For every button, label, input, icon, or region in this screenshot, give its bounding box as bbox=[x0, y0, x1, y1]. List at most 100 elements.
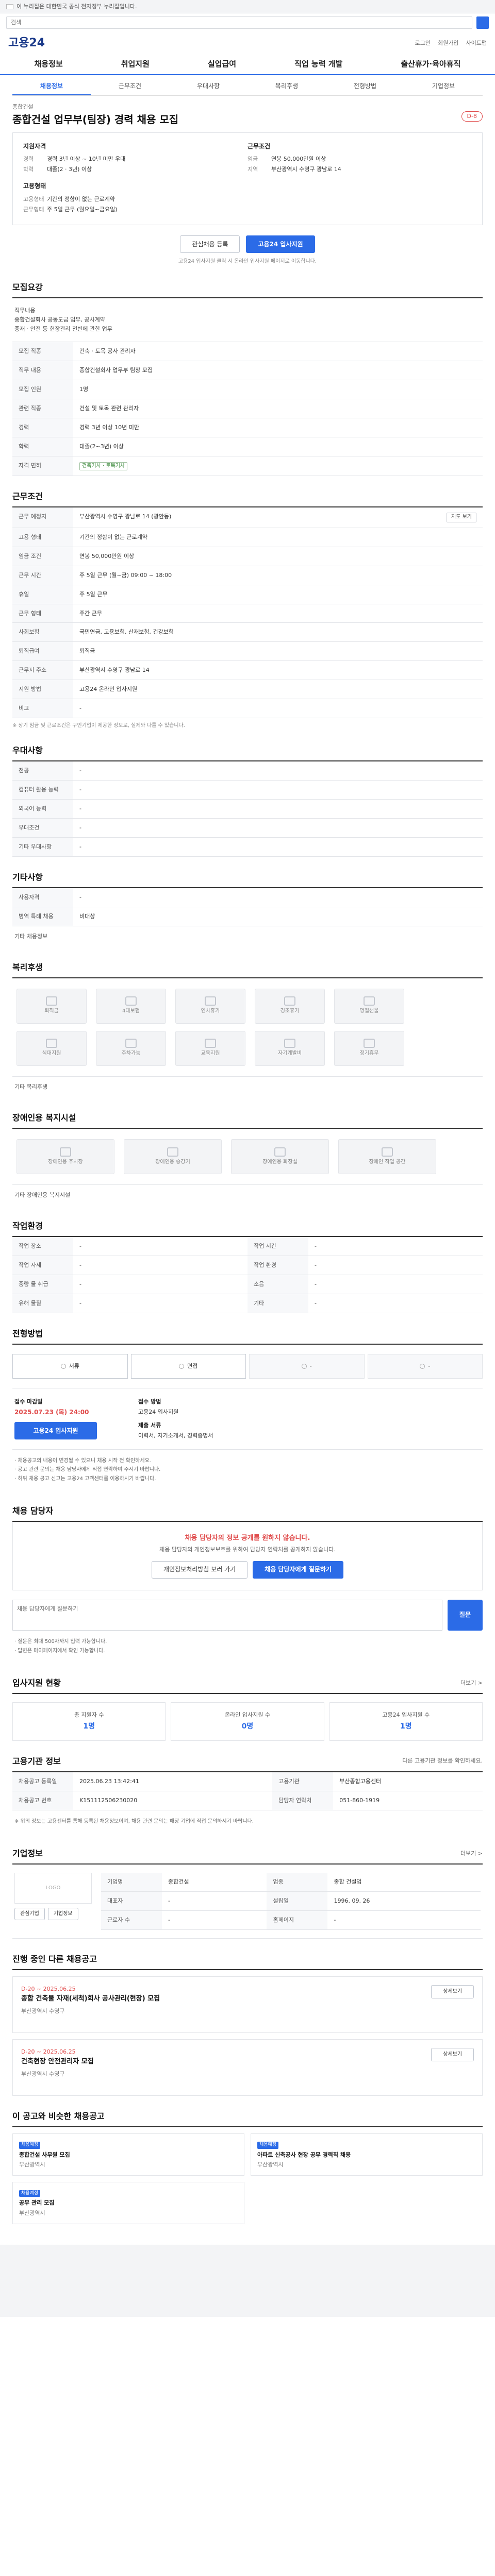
step-label: - bbox=[428, 1362, 431, 1369]
job-card-title[interactable]: 건축현장 안전관리자 모집 bbox=[21, 2057, 94, 2067]
signup-link[interactable]: 회원가입 bbox=[438, 39, 458, 47]
tab-benefit[interactable]: 복리후생 bbox=[248, 78, 326, 95]
scrap-button[interactable]: 관심채용 등록 bbox=[180, 235, 240, 253]
recommend-title-text[interactable]: 종합건설 사무원 모집 bbox=[19, 2151, 238, 2159]
alert-title: 채용 담당자의 정보 공개를 원하지 않습니다. bbox=[185, 1534, 310, 1543]
flag-icon bbox=[6, 4, 13, 9]
job-card-detail-button[interactable]: 상세보기 bbox=[431, 1985, 474, 1999]
facility-icon bbox=[274, 1147, 286, 1157]
pref-title: 우대사항 bbox=[12, 744, 483, 761]
recommend-card[interactable]: 채용예정 공무 관리 모집 부산광역시 bbox=[12, 2182, 244, 2225]
table-row: 기업명 종합건설 업종 종합 건설업 bbox=[101, 1873, 481, 1892]
status-more-link[interactable]: 더보기 > bbox=[460, 1679, 483, 1687]
row-key: 비고 bbox=[12, 699, 73, 719]
row-value: 경력 3년 이상 10년 미만 bbox=[73, 418, 483, 437]
search-input[interactable] bbox=[6, 16, 472, 29]
summary-key: 경력 bbox=[23, 156, 34, 163]
tab-process[interactable]: 전형방법 bbox=[326, 78, 404, 95]
summary-left: 지원자격 경력 경력 3년 이상 ~ 10년 미만 우대 학력 대졸(2 · 3년)… bbox=[23, 142, 248, 216]
map-button[interactable]: 지도 보기 bbox=[447, 513, 476, 522]
workplace-section: 작업환경 작업 장소 - 작업 시간 - 작업 자세 - 작업 환경 - 중량 물 취급 - 소… bbox=[12, 1220, 483, 1313]
row-value: 고용24 온라인 입사지원 bbox=[73, 680, 483, 700]
apply-box: 접수 마감일 2025.07.23 (목) 24:00 고용24 입사지원 접수… bbox=[12, 1388, 483, 1450]
qna-submit-button[interactable]: 질문 bbox=[447, 1600, 483, 1631]
summary-value: 주 5일 근무 (월요일~금요일) bbox=[47, 206, 118, 213]
company-name[interactable]: 종합건설 bbox=[12, 103, 178, 111]
process-title: 전형방법 bbox=[12, 1328, 483, 1345]
job-card[interactable]: D-20 ~ 2025.06.25 건축현장 안전관리자 모집 부산광역시 수영… bbox=[12, 2039, 483, 2096]
facility-icon bbox=[167, 1147, 178, 1157]
company-more-link[interactable]: 더보기 > bbox=[460, 1850, 483, 1858]
qna-input[interactable] bbox=[12, 1600, 442, 1631]
gnb-item-benefit[interactable]: 실업급여 bbox=[208, 59, 236, 70]
row-key: 병역 특례 채용 bbox=[12, 907, 73, 926]
company-buttons: 관심기업 기업정보 bbox=[14, 1908, 92, 1921]
tab-pref[interactable]: 우대사항 bbox=[169, 78, 248, 95]
docs-label: 제출 서류 bbox=[138, 1421, 161, 1429]
apply-box-button[interactable]: 고용24 입사지원 bbox=[14, 1422, 97, 1440]
gnb-item-leave[interactable]: 출산휴가·육아휴직 bbox=[401, 59, 460, 70]
table-row: 휴일 주 5일 근무 bbox=[12, 585, 483, 604]
recommend-title-text[interactable]: 아파트 신축공사 현장 공무 경력직 채용 bbox=[257, 2151, 476, 2159]
login-link[interactable]: 로그인 bbox=[415, 39, 431, 47]
sitemap-link[interactable]: 사이트맵 bbox=[466, 39, 487, 47]
org-table: 채용공고 등록일 2025.06.23 13:42:41 고용기관 부산종합고용센터 … bbox=[12, 1772, 483, 1810]
row-key: 작업 환경 bbox=[248, 1256, 308, 1275]
stat-label: 고용24 입사지원 수 bbox=[382, 1711, 430, 1719]
table-row: 사용자격 - bbox=[12, 888, 483, 907]
job-card-detail-button[interactable]: 상세보기 bbox=[431, 2048, 474, 2062]
step-label: 면접 bbox=[187, 1362, 198, 1369]
row-key: 홈페이지 bbox=[267, 1910, 328, 1930]
job-card-body: D-20 ~ 2025.06.25 건축현장 안전관리자 모집 부산광역시 수영… bbox=[21, 2048, 94, 2087]
tab-company[interactable]: 기업정보 bbox=[404, 78, 483, 95]
tab-work[interactable]: 근무조건 bbox=[91, 78, 169, 95]
free-line: 중재 · 안전 등 현장관리 전반에 관한 업무 bbox=[14, 326, 112, 333]
gnb-item-training[interactable]: 직업 능력 개발 bbox=[294, 59, 342, 70]
recommend-title-text[interactable]: 공무 관리 모집 bbox=[19, 2199, 238, 2207]
table-row: 병역 특례 채용 비대상 bbox=[12, 907, 483, 926]
row-key: 경력 bbox=[12, 418, 73, 437]
table-row: 전공 - bbox=[12, 761, 483, 781]
other-section: 기타사항 사용자격 - 병역 특례 채용 비대상 기타 채용정보 bbox=[12, 871, 483, 947]
row-key: 근무 예정지 bbox=[12, 507, 73, 528]
table-row: 학력 대졸(2~3년) 이상 bbox=[12, 437, 483, 456]
benefit-card: 연차휴가 bbox=[175, 988, 245, 1024]
gnb-item-jobs[interactable]: 채용정보 bbox=[35, 59, 63, 70]
summary-key: 임금 bbox=[248, 156, 258, 163]
site-logo[interactable]: 고용24 bbox=[8, 35, 45, 52]
privacy-button[interactable]: 개인정보처리방침 보러 가기 bbox=[152, 1561, 248, 1579]
benefit-card: 교육지원 bbox=[175, 1030, 245, 1066]
ask-button[interactable]: 채용 담당자에게 질문하기 bbox=[253, 1561, 343, 1579]
apply-left: 접수 마감일 2025.07.23 (목) 24:00 고용24 입사지원 bbox=[14, 1398, 128, 1440]
gnb-item-support[interactable]: 취업지원 bbox=[121, 59, 150, 70]
tab-recruit[interactable]: 채용정보 bbox=[12, 78, 91, 95]
table-row: 우대조건 - bbox=[12, 818, 483, 838]
table-row: 모집 인원 1명 bbox=[12, 380, 483, 399]
search-button[interactable] bbox=[476, 16, 489, 29]
job-card[interactable]: D-20 ~ 2025.06.25 종합 건축물 자재(세척)회사 공사관리(현… bbox=[12, 1976, 483, 2033]
stat-value: 1명 bbox=[400, 1722, 412, 1731]
summary-work-title: 근무조건 bbox=[248, 142, 271, 150]
step-icon bbox=[60, 1363, 66, 1369]
table-row: 근로자 수 - 홈페이지 - bbox=[101, 1910, 481, 1930]
row-key: 설립일 bbox=[267, 1891, 328, 1911]
row-key: 근무지 주소 bbox=[12, 660, 73, 681]
company-info-button[interactable]: 기업정보 bbox=[47, 1908, 78, 1921]
recommend-card[interactable]: 채용예정 아파트 신축공사 현장 공무 경력직 채용 부산광역시 bbox=[251, 2133, 483, 2176]
apply-button[interactable]: 고용24 입사지원 bbox=[246, 235, 315, 253]
table-row: 기타 우대사항 - bbox=[12, 837, 483, 857]
summary-right: 근무조건 임금 연봉 50,000만원 이상 지역 부산광역시 수영구 광남로 14 bbox=[248, 142, 472, 216]
alert-text: 채용 담당자의 개인정보보호를 위하여 담당자 연락처를 공개하지 않습니다. bbox=[159, 1546, 336, 1553]
org-notice[interactable]: 다른 고용기관 정보를 확인하세요. bbox=[402, 1757, 483, 1765]
job-card-title[interactable]: 종합 건축물 자재(세척)회사 공사관리(현장) 모집 bbox=[21, 1994, 160, 2004]
recommend-card[interactable]: 채용예정 종합건설 사무원 모집 부산광역시 bbox=[12, 2133, 244, 2176]
org-title: 고용기관 정보 다른 고용기관 정보를 확인하세요. bbox=[12, 1755, 483, 1772]
row-value: - bbox=[73, 837, 483, 857]
pref-table: 전공 - 컴퓨터 활용 능력 - 외국어 능력 - 우대조건 - 기타 우대사항 - bbox=[12, 761, 483, 857]
benefit-icon bbox=[125, 996, 137, 1006]
summary-key: 지역 bbox=[248, 166, 258, 173]
qna-notes: · 질문은 최대 500자까지 입력 가능합니다. · 답변은 마이페이지에서 … bbox=[12, 1631, 483, 1663]
fav-company-button[interactable]: 관심기업 bbox=[14, 1908, 45, 1921]
note-line: · 공고 관련 문의는 채용 담당자에게 직접 연락하여 주시기 바랍니다. bbox=[14, 1467, 161, 1473]
benefit-icon bbox=[46, 1039, 57, 1048]
